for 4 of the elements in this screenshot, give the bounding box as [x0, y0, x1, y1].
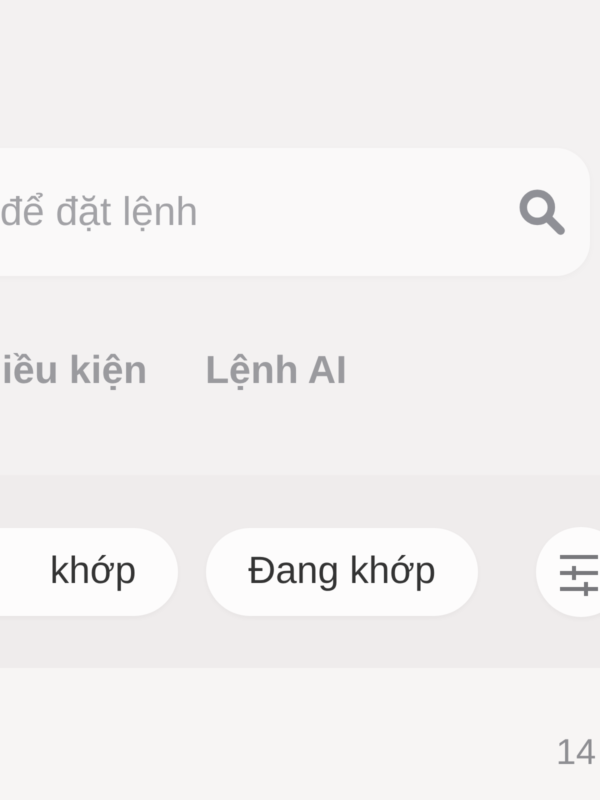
- search-field[interactable]: để đặt lệnh: [0, 148, 590, 276]
- value-text: 14: [556, 731, 596, 773]
- filter-chip[interactable]: khớp: [0, 528, 178, 616]
- filter-chip[interactable]: Đang khớp: [206, 528, 478, 616]
